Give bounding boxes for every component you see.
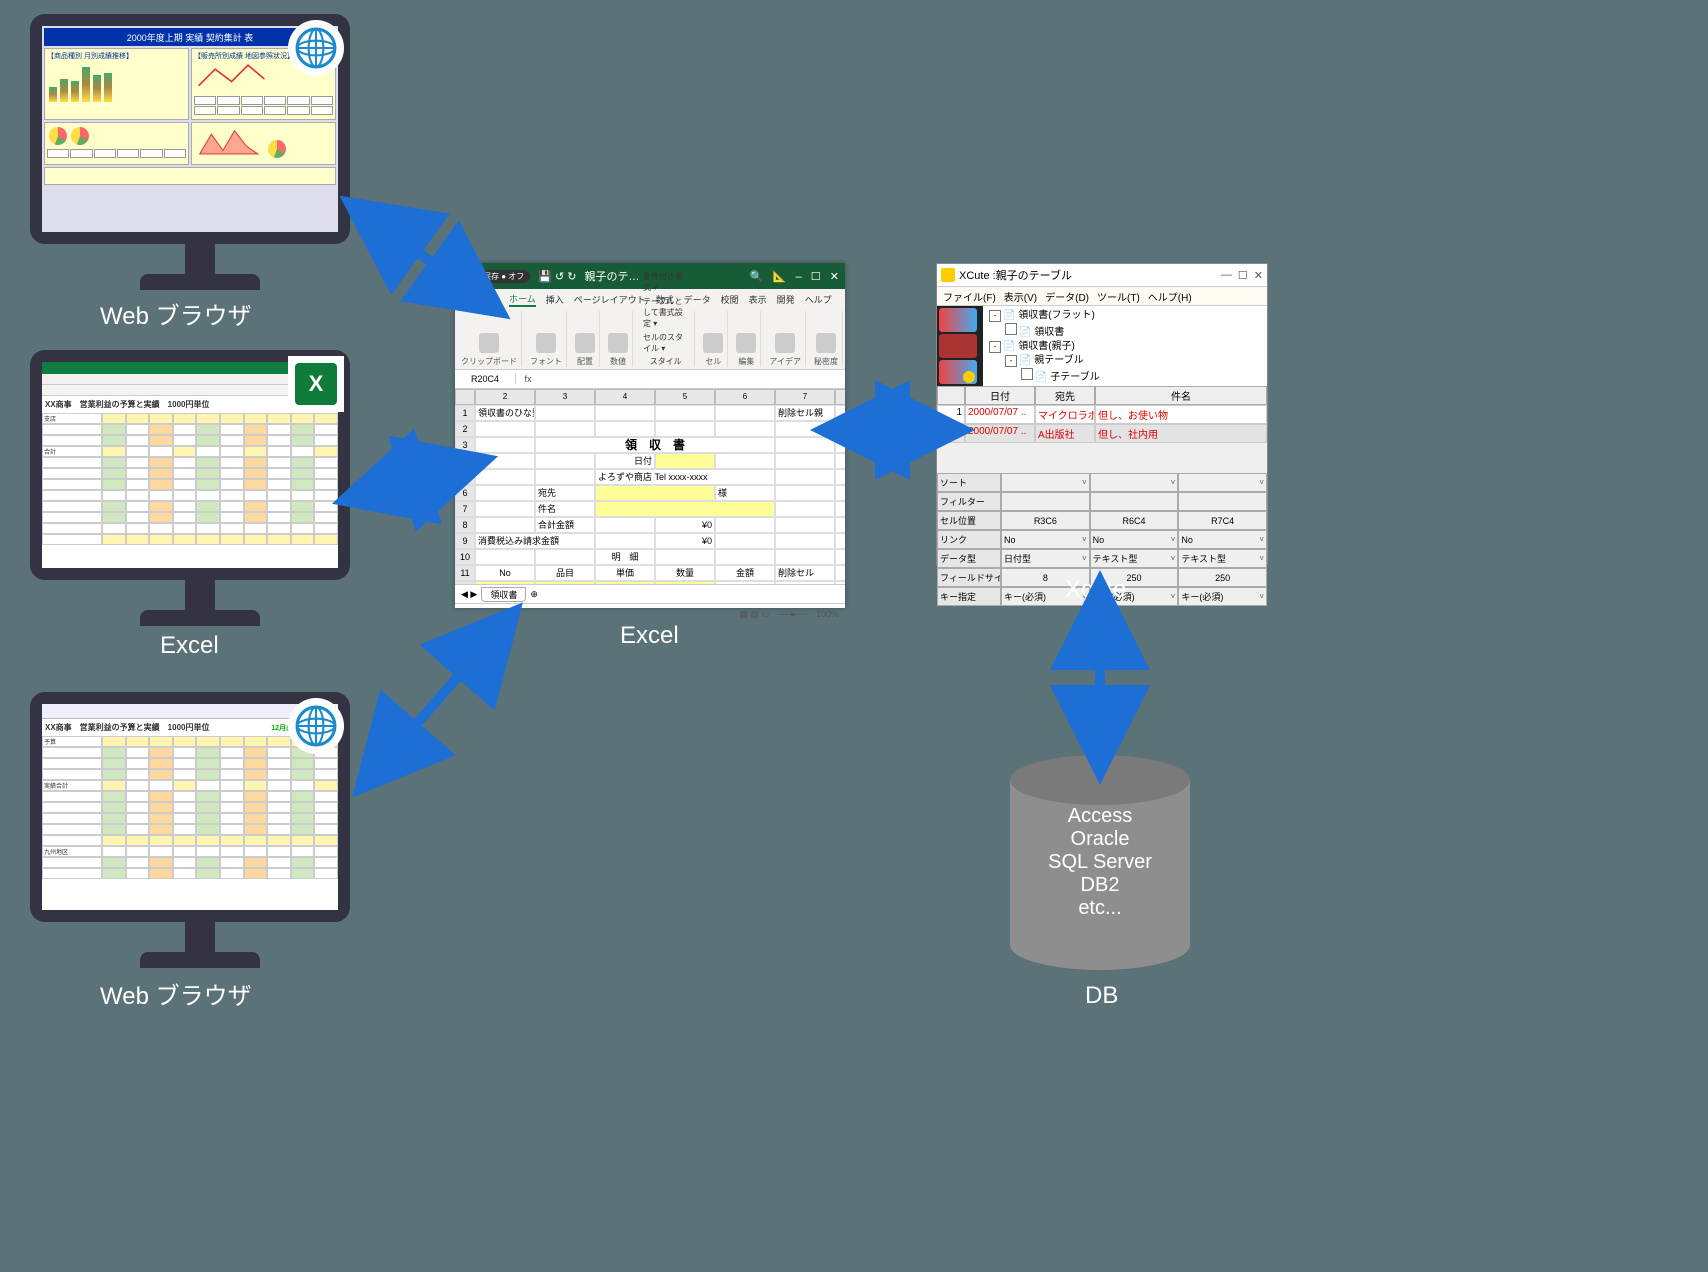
db-line: Oracle [1071,828,1130,851]
style-table[interactable]: テーブルとして書式設定 ▾ [641,295,690,330]
grid-hdr-date: 日付 [965,386,1035,405]
db-line: SQL Server [1048,851,1152,874]
grp-cell: セル [705,356,721,367]
tool-report-icon[interactable] [939,334,977,358]
max-icon[interactable]: ☐ [1238,269,1248,282]
grp-sens: 秘密度 [814,356,838,367]
browser-icon [288,698,344,754]
worksheet[interactable]: 234567891領収書のひな型削除セル親23領 収 書4日付5よろずや商店 T… [455,389,845,584]
xcute-menubar[interactable]: ファイル(F) 表示(V) データ(D) ツール(T) ヘルプ(H) [937,287,1267,306]
tool-xcute-icon[interactable] [939,308,977,332]
label-browser1: Web ブラウザ [100,296,252,331]
db-cylinder: Access Oracle SQL Server DB2 etc... [1010,755,1190,945]
fx-icon[interactable]: fx [516,374,540,384]
label-xcute: Xcute [1065,576,1126,604]
grid-row[interactable]: 2 2000/07/07 .. A出版社 但し、社内用 [937,424,1267,443]
new-sheet[interactable]: ⊕ [530,589,538,600]
label-browser2: Web ブラウザ [100,976,252,1011]
db-line: DB2 [1081,874,1120,897]
tab-home[interactable]: ホーム [509,292,536,307]
browser2-title: XX商事 営業利益の予算と実績 1000円単位 [45,722,209,733]
excel-center-window: 自動保存 ● オフ 💾 ↺ ↻ 親子のテ… 🔍 📐 – ☐ ✕ ファイル ホーム… [455,263,845,608]
menu-file[interactable]: ファイル(F) [943,289,996,304]
autosave-toggle[interactable]: 自動保存 ● オフ [461,270,530,283]
monitor-browser1: 2000年度上期 実績 契約集計 表 【商品種別 月別成績推移】 【販売所別成績… [30,14,350,244]
sheet-tab[interactable]: 領収書 [481,587,526,602]
tab-insert[interactable]: 挿入 [546,293,564,306]
xcute-title: XCute :親子のテーブル [959,267,1072,283]
grid-cell: 2000/07/07 .. [965,405,1035,424]
db-line: Access [1068,805,1132,828]
menu-tool[interactable]: ツール(T) [1097,289,1140,304]
doc-name: 親子のテ… [585,268,640,284]
tool-db-icon[interactable] [939,360,977,384]
monitor-excel-left: XX商事 営業利益の予算と実績 1000円単位 支店 合計 X [30,350,350,580]
tab-review[interactable]: 校閲 [721,293,739,306]
close-icon[interactable]: ✕ [1254,269,1263,282]
style-cell[interactable]: セルのスタイル ▾ [641,331,690,355]
grid-cell: 2000/07/07 .. [965,424,1035,443]
grp-edit: 編集 [738,356,754,367]
browser-icon [288,20,344,76]
tab-file[interactable]: ファイル [463,293,499,306]
menu-data[interactable]: データ(D) [1045,289,1089,304]
min-icon[interactable]: — [1221,269,1232,282]
ribbon: クリップボード フォント 配置 数値 条件付き書式 ▾ テーブルとして書式設定 … [455,309,845,370]
xcute-window: XCute :親子のテーブル — ☐ ✕ ファイル(F) 表示(V) データ(D) … [936,263,1268,565]
tab-help[interactable]: ヘルプ [805,293,832,306]
grid-cell: 1 [937,405,965,424]
grp-style: スタイル [650,356,682,367]
excel-icon: X [288,356,344,412]
grid-hdr-subj: 件名 [1095,386,1267,405]
grid-hdr-to: 宛先 [1035,386,1095,405]
menu-view[interactable]: 表示(V) [1004,289,1037,304]
grp-align: 配置 [577,356,593,367]
grp-idea: アイデア [769,356,801,367]
panel1-hdr: 【商品種別 月別成績推移】 [47,51,186,61]
grp-number: 数値 [610,356,626,367]
label-excel-center: Excel [620,622,679,650]
grp-clipboard: クリップボード [461,356,517,367]
grid-cell: A出版社 [1035,424,1095,443]
menu-help[interactable]: ヘルプ(H) [1148,289,1192,304]
tab-dev[interactable]: 開発 [777,293,795,306]
name-box[interactable]: R20C4 [455,374,516,384]
db-line: etc... [1078,897,1121,920]
grid-cell: 但し、社内用 [1095,424,1267,443]
label-db: DB [1085,982,1118,1010]
zoom-level: 100% [816,609,839,619]
grp-font: フォント [530,356,562,367]
grid-hdr-n [937,386,965,405]
tab-view[interactable]: 表示 [749,293,767,306]
grid-cell: 但し、お使い物 [1095,405,1267,424]
xcute-tree[interactable]: -📄 領収書(フラット)📄 領収書-📄 領収書(親子)-📄 親テーブル📄 子テー… [983,306,1267,386]
label-excel-left: Excel [160,632,219,660]
grid-cell: マイクロラボ [1035,405,1095,424]
style-cond[interactable]: 条件付き書式 ▾ [641,270,690,294]
grid-cell: 2 [937,424,965,443]
grid-row[interactable]: 1 2000/07/07 .. マイクロラボ 但し、お使い物 [937,405,1267,424]
monitor-browser2: XX商事 営業利益の予算と実績 1000円単位 12月山南台調査出来 予算 実績… [30,692,350,922]
tab-pagelayout[interactable]: ページレイアウト [574,293,646,306]
